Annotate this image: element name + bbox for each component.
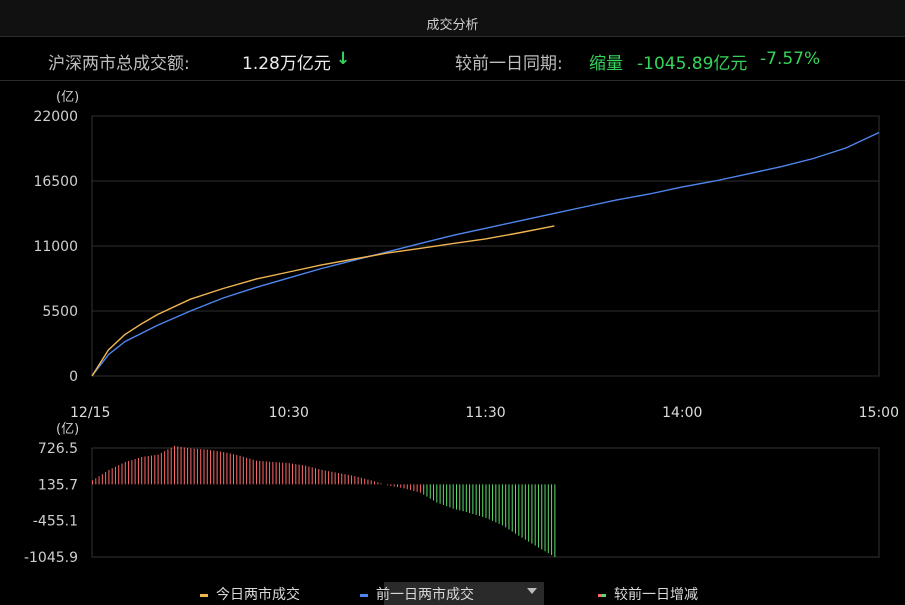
y-tick-label: 11000 <box>33 239 78 255</box>
x-tick-label: 11:30 <box>465 405 505 421</box>
y-tick-label: 16500 <box>33 174 78 190</box>
legend-item-diff[interactable]: 较前一日增减 <box>598 584 698 605</box>
turnover-chart: (亿) 0 5500 11000 16500 22000 12/15 10:30 11:30 14… <box>24 90 899 566</box>
diff-y-tick-label: -455.1 <box>33 514 78 530</box>
y-tick-label: 5500 <box>42 304 78 320</box>
legend-item-prev[interactable]: 前一日两市成交 <box>360 584 474 605</box>
x-tick-label: 14:00 <box>662 405 702 421</box>
diff-unit-label: (亿) <box>56 422 79 437</box>
x-tick-label: 10:30 <box>269 405 309 421</box>
y-tick-label: 22000 <box>33 109 78 125</box>
series-line-prev <box>91 131 880 377</box>
diff-y-tick-label: 135.7 <box>38 477 78 493</box>
legend-label-today: 今日两市成交 <box>216 587 300 603</box>
y-unit-label: (亿) <box>56 90 79 105</box>
diff-y-tick-label: -1045.9 <box>24 550 78 566</box>
diff-y-tick-label: 726.5 <box>38 441 78 457</box>
y-tick-label: 0 <box>69 369 78 385</box>
legend-item-today[interactable]: 今日两市成交 <box>200 584 300 605</box>
series-line-today <box>91 225 555 377</box>
legend-label-prev: 前一日两市成交 <box>376 587 474 603</box>
legend-swatch-diff <box>598 593 606 597</box>
x-tick-label: 12/15 <box>70 405 110 421</box>
legend-label-diff: 较前一日增减 <box>614 587 698 603</box>
legend-swatch-prev <box>360 593 368 597</box>
legend-swatch-today <box>200 593 208 597</box>
chevron-down-icon[interactable] <box>527 588 537 594</box>
x-tick-label: 15:00 <box>859 405 899 421</box>
